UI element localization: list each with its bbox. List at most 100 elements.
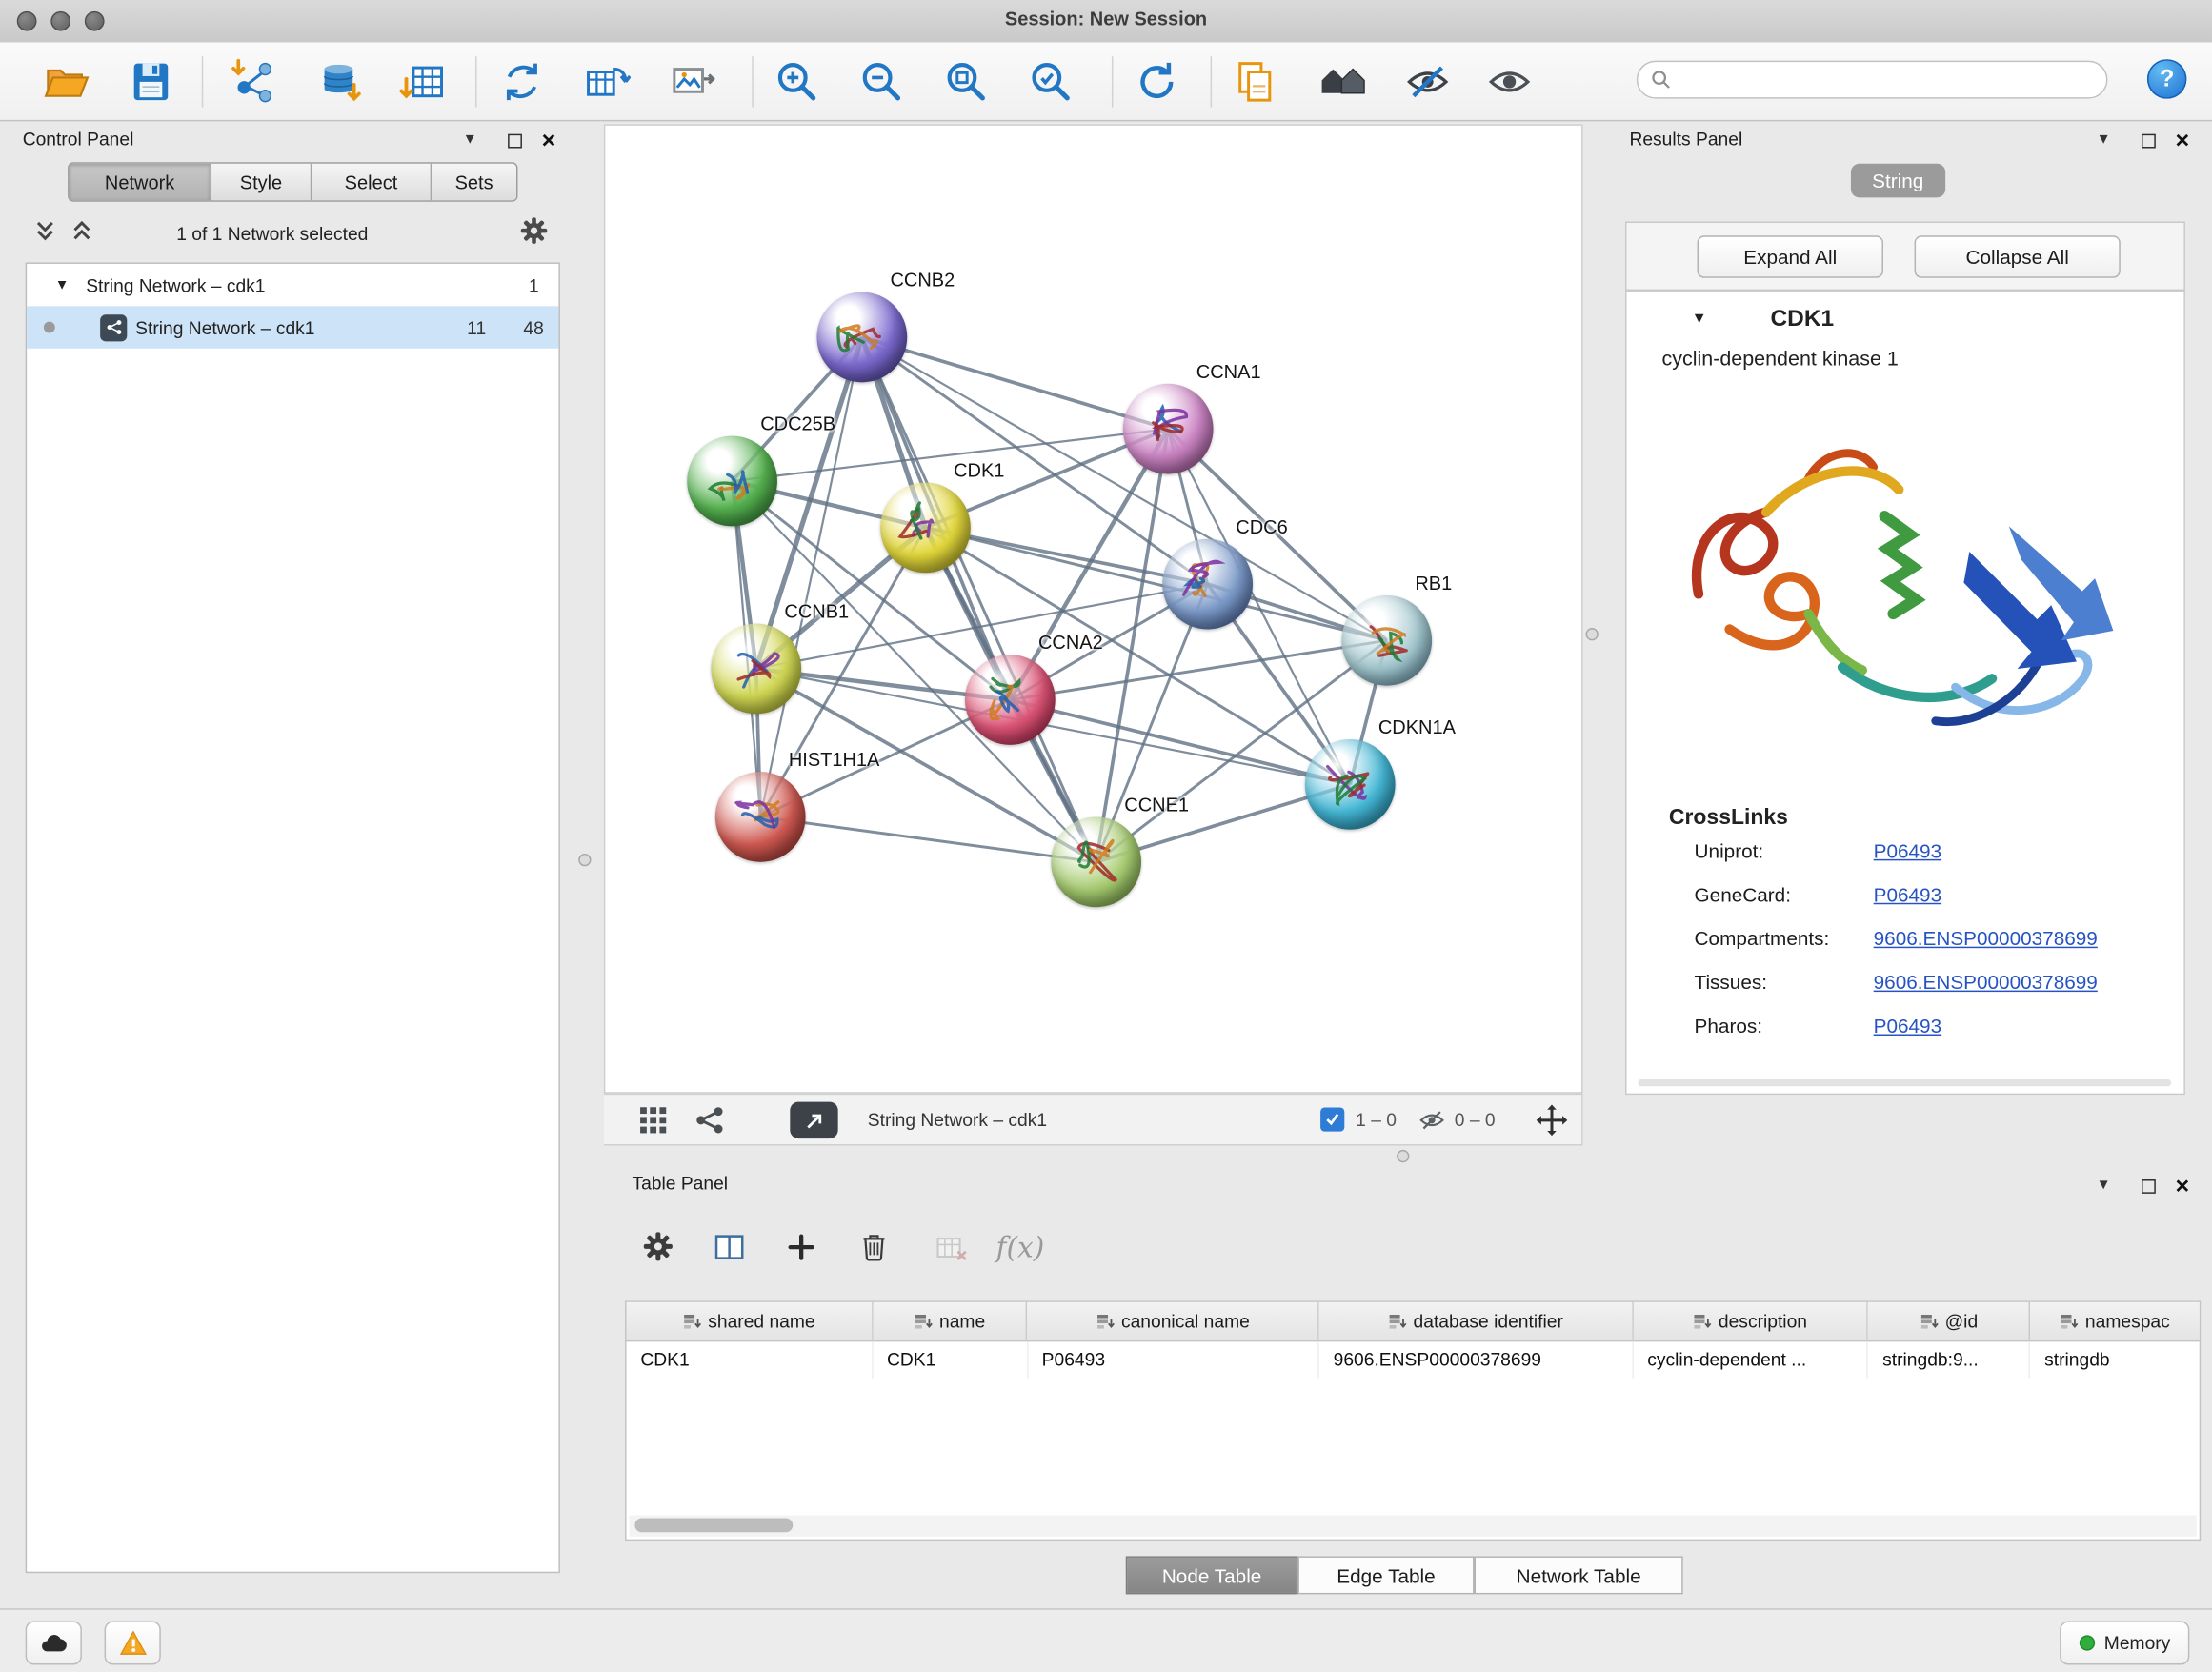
copy-document-icon[interactable]: [1227, 53, 1283, 110]
network-node-ccna2[interactable]: [965, 655, 1056, 745]
table-cell[interactable]: CDK1: [627, 1341, 874, 1379]
save-session-icon[interactable]: [123, 53, 179, 110]
network-node-cdkn1a[interactable]: [1305, 739, 1396, 830]
zoom-selected-icon[interactable]: [1023, 53, 1079, 110]
tab-node-table[interactable]: Node Table: [1126, 1556, 1298, 1594]
network-options-gear-icon[interactable]: [519, 216, 549, 251]
crosslink-link[interactable]: P06493: [1874, 839, 1941, 862]
cloud-status-button[interactable]: [26, 1622, 82, 1665]
export-image-icon[interactable]: [663, 53, 719, 110]
table-cell[interactable]: 9606.ENSP00000378699: [1319, 1341, 1634, 1379]
column-header[interactable]: namespac: [2030, 1302, 2199, 1341]
import-network-file-icon[interactable]: [226, 53, 282, 110]
zoom-in-icon[interactable]: [769, 53, 825, 110]
network-canvas[interactable]: CCNB2CCNA1CDC25BCDK1CDC6RB1CCNB1CCNA2CDK…: [604, 124, 1583, 1093]
import-table-icon[interactable]: [395, 53, 452, 110]
zoom-fit-icon[interactable]: [938, 53, 995, 110]
table-cell[interactable]: cyclin-dependent ...: [1633, 1341, 1868, 1379]
hidden-eye-slash-icon[interactable]: [1418, 1106, 1446, 1138]
tab-edge-table[interactable]: Edge Table: [1297, 1556, 1474, 1594]
search-input[interactable]: [1680, 68, 2106, 91]
network-collection-row[interactable]: ▼ String Network – cdk1 1: [27, 264, 558, 306]
results-panel-close-icon[interactable]: ×: [2176, 131, 2190, 152]
control-panel-collapse-icon[interactable]: ▾: [466, 127, 474, 148]
column-header[interactable]: shared name: [627, 1302, 874, 1341]
table-panel-close-icon[interactable]: ×: [2176, 1177, 2190, 1198]
network-node-ccna1[interactable]: [1123, 384, 1214, 474]
network-node-cdk1[interactable]: [880, 482, 971, 573]
column-header[interactable]: canonical name: [1028, 1302, 1319, 1341]
table-cell[interactable]: stringdb: [2030, 1341, 2199, 1379]
birds-eye-grid-icon[interactable]: [637, 1105, 669, 1140]
table-cell[interactable]: stringdb:9...: [1868, 1341, 2030, 1379]
left-splitter-handle[interactable]: [578, 854, 591, 866]
memory-button[interactable]: Memory: [2060, 1622, 2189, 1665]
results-scrollbar[interactable]: [1638, 1079, 2171, 1086]
table-row[interactable]: CDK1 CDK1 P06493 9606.ENSP00000378699 cy…: [627, 1341, 2200, 1379]
gene-disclosure-icon[interactable]: ▼: [1692, 311, 1707, 328]
pan-crosshair-icon[interactable]: [1535, 1103, 1569, 1141]
table-options-gear-icon[interactable]: [642, 1230, 674, 1267]
network-refresh-icon[interactable]: [493, 53, 550, 110]
tab-style[interactable]: Style: [211, 164, 312, 201]
right-splitter-handle[interactable]: [1586, 628, 1599, 640]
collection-disclosure-icon[interactable]: ▼: [55, 277, 70, 292]
create-column-plus-icon[interactable]: [786, 1232, 817, 1267]
table-panel-collapse-icon[interactable]: ▾: [2100, 1173, 2108, 1194]
import-network-database-icon[interactable]: [311, 53, 367, 110]
open-session-icon[interactable]: [38, 53, 94, 110]
table-cell[interactable]: CDK1: [873, 1341, 1028, 1379]
network-edge[interactable]: [862, 337, 1096, 862]
new-network-from-selection-icon[interactable]: [578, 53, 634, 110]
help-button[interactable]: ?: [2147, 59, 2186, 98]
column-header[interactable]: database identifier: [1319, 1302, 1634, 1341]
expand-all-button[interactable]: Expand All: [1698, 235, 1883, 277]
results-panel-collapse-icon[interactable]: ▾: [2100, 127, 2108, 148]
open-in-window-button[interactable]: [790, 1102, 837, 1139]
warnings-button[interactable]: [105, 1622, 161, 1665]
network-node-ccnb2[interactable]: [816, 292, 907, 383]
network-row-selected[interactable]: String Network – cdk1 11 48: [27, 306, 558, 348]
hide-unhide-icon[interactable]: [1399, 53, 1456, 110]
column-header[interactable]: description: [1633, 1302, 1868, 1341]
results-panel-float-icon[interactable]: [2142, 131, 2156, 152]
crosslink-link[interactable]: P06493: [1874, 1015, 1941, 1037]
tab-network[interactable]: Network: [70, 164, 212, 201]
tab-network-table[interactable]: Network Table: [1475, 1556, 1683, 1594]
gene-header-row[interactable]: ▼ CDK1: [1626, 292, 2183, 346]
results-tab-string[interactable]: String: [1851, 164, 1945, 198]
network-node-hist1h1a[interactable]: [715, 772, 806, 862]
network-node-rb1[interactable]: [1341, 595, 1432, 686]
tab-select[interactable]: Select: [312, 164, 432, 201]
network-node-ccne1[interactable]: [1051, 816, 1141, 907]
crosslink-link[interactable]: P06493: [1874, 883, 1941, 906]
crosslink-link[interactable]: 9606.ENSP00000378699: [1874, 971, 2098, 994]
show-columns-icon[interactable]: [713, 1230, 747, 1268]
network-node-cdc25b[interactable]: [687, 436, 777, 527]
function-builder-fx-icon[interactable]: f(x): [996, 1230, 1045, 1264]
network-edge[interactable]: [760, 816, 1096, 861]
column-header[interactable]: @id: [1868, 1302, 2030, 1341]
home-layout-icon[interactable]: [1315, 53, 1371, 110]
scrollbar-thumb[interactable]: [634, 1518, 793, 1532]
selected-checkbox-icon[interactable]: [1320, 1108, 1344, 1132]
control-panel-close-icon[interactable]: ×: [542, 131, 556, 152]
bottom-splitter-handle[interactable]: [1397, 1150, 1409, 1162]
show-graphics-eye-icon[interactable]: [1481, 53, 1538, 110]
crosslink-link[interactable]: 9606.ENSP00000378699: [1874, 927, 2098, 950]
network-share-icon[interactable]: [694, 1105, 726, 1140]
network-edge[interactable]: [760, 337, 862, 817]
delete-column-trash-icon[interactable]: [857, 1230, 890, 1267]
network-node-cdc6[interactable]: [1162, 539, 1253, 630]
column-header[interactable]: name: [873, 1302, 1028, 1341]
table-cell[interactable]: P06493: [1028, 1341, 1319, 1379]
collapse-all-button[interactable]: Collapse All: [1915, 235, 2121, 277]
search-box[interactable]: [1637, 61, 2108, 99]
tab-sets[interactable]: Sets: [432, 164, 516, 201]
control-panel-float-icon[interactable]: [508, 131, 522, 152]
table-horizontal-scrollbar[interactable]: [629, 1515, 2196, 1536]
network-node-ccnb1[interactable]: [711, 624, 801, 715]
table-panel-float-icon[interactable]: [2142, 1177, 2156, 1198]
zoom-out-icon[interactable]: [854, 53, 910, 110]
refresh-view-icon[interactable]: [1129, 53, 1185, 110]
